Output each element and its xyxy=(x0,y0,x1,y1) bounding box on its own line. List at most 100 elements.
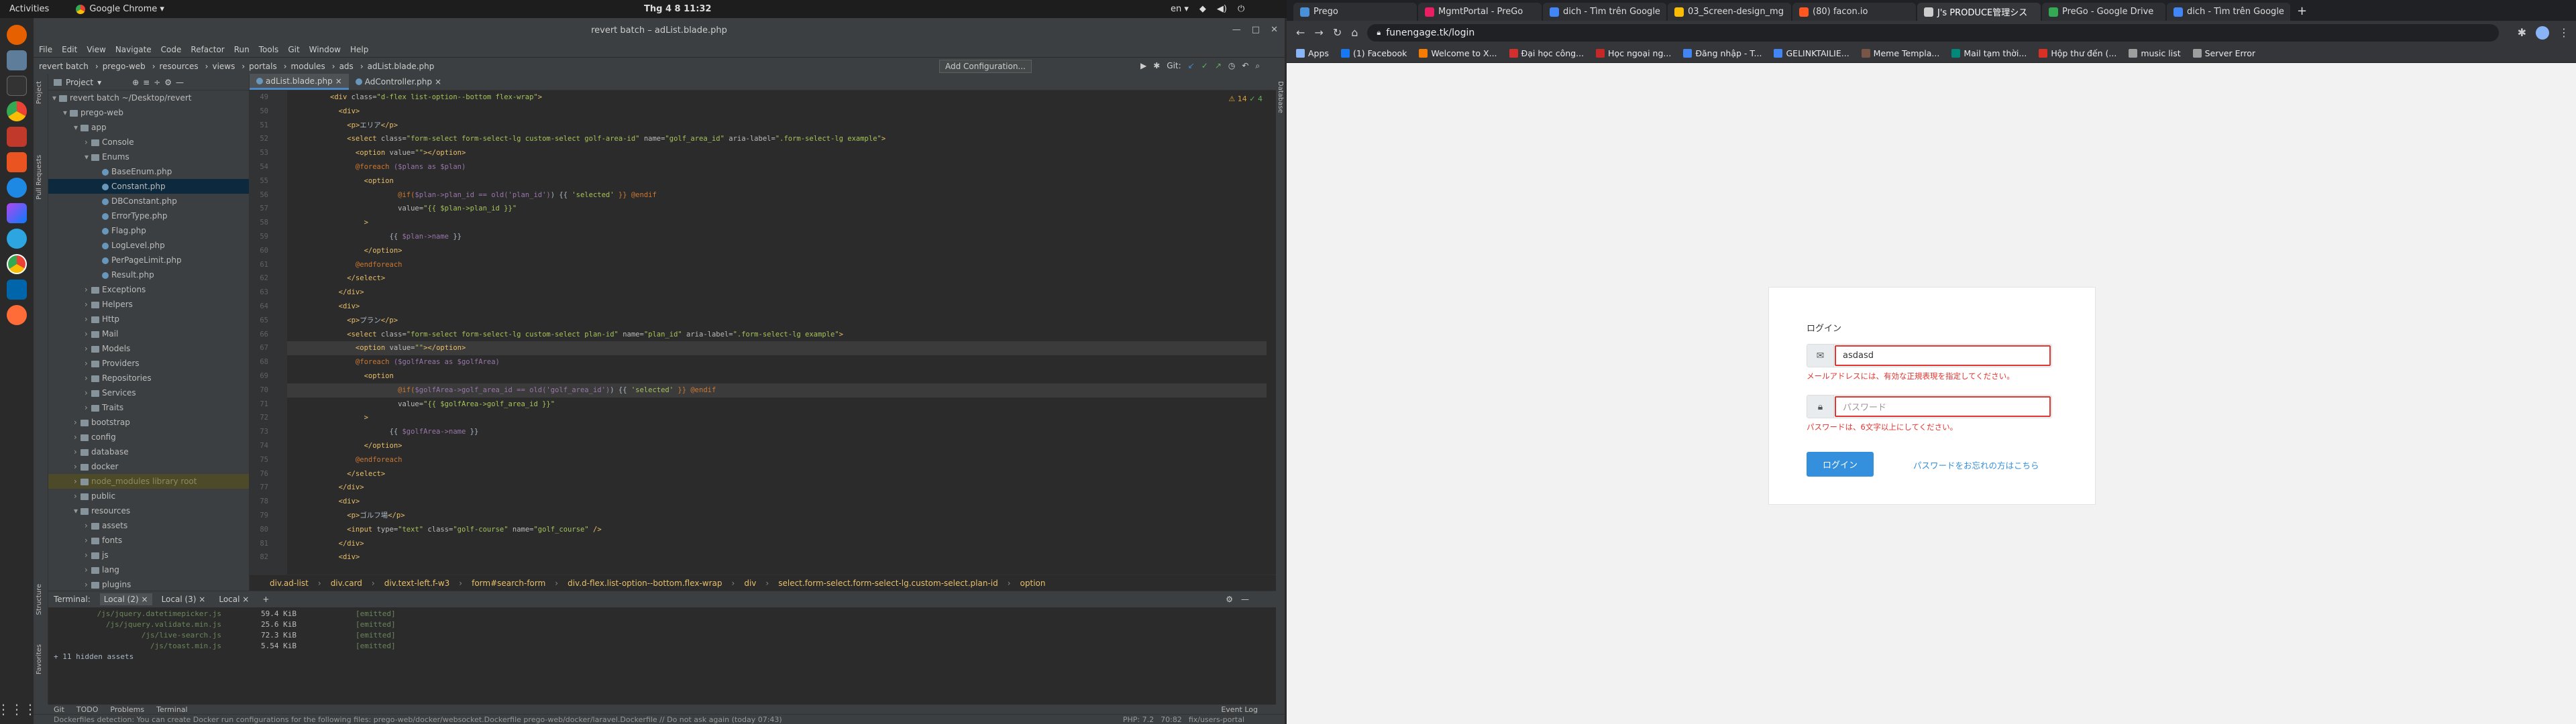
language-indicator[interactable]: en ▾ xyxy=(1171,4,1189,14)
minimize-icon[interactable]: — xyxy=(1232,25,1241,35)
structure-tool-tab[interactable]: Structure xyxy=(36,584,43,615)
chevron-down-icon[interactable]: ▾ xyxy=(85,149,91,164)
close-icon[interactable]: × xyxy=(196,595,205,604)
tree-row[interactable]: › Traits xyxy=(48,400,249,415)
tree-row[interactable]: › node_modules library root xyxy=(48,474,249,489)
tree-row[interactable]: ▾ prego-web xyxy=(48,105,249,120)
menu-git[interactable]: Git xyxy=(288,45,299,54)
app-icon[interactable] xyxy=(7,127,27,147)
chevron-right-icon[interactable]: › xyxy=(85,371,91,385)
menu-refactor[interactable]: Refactor xyxy=(191,45,224,54)
navbar-crumb[interactable]: resources xyxy=(160,62,199,71)
code-line[interactable]: <option value=""></option> xyxy=(287,341,1267,356)
gear-icon[interactable]: ⚙ xyxy=(1226,595,1233,604)
menu-view[interactable]: View xyxy=(87,45,105,54)
status-item[interactable]: 70:82 xyxy=(1161,715,1182,724)
profile-icon[interactable] xyxy=(2536,25,2549,40)
chevron-down-icon[interactable]: ▾ xyxy=(97,78,101,87)
tree-row[interactable]: › Mail xyxy=(48,326,249,341)
bookmark[interactable]: Mail tạm thời... xyxy=(1951,48,2027,58)
home-icon[interactable]: ⌂ xyxy=(1351,26,1358,39)
browser-tab[interactable]: dich - Tìm trên Google xyxy=(2167,3,2290,21)
editor-crumb[interactable]: div.text-left.f-w3 xyxy=(384,579,450,588)
hide-icon[interactable]: — xyxy=(1241,595,1249,604)
phpstorm-icon[interactable] xyxy=(7,203,27,223)
chevron-down-icon[interactable]: ▾ xyxy=(52,90,59,105)
navbar-crumb[interactable]: views xyxy=(212,62,235,71)
tree-row[interactable]: BaseEnum.php xyxy=(48,164,249,179)
chevron-right-icon[interactable]: › xyxy=(74,459,80,474)
chevron-right-icon[interactable]: › xyxy=(85,400,91,415)
collapse-icon[interactable]: ≡ xyxy=(143,78,150,87)
code-line[interactable]: <select class="form-select form-select-l… xyxy=(287,132,1267,146)
close-icon[interactable]: × xyxy=(239,595,249,604)
tree-row[interactable]: › database xyxy=(48,444,249,459)
bookmark[interactable]: Meme Templa... xyxy=(1861,48,1939,58)
chevron-down-icon[interactable]: ▾ xyxy=(74,120,80,135)
bookmark[interactable]: Apps xyxy=(1296,48,1329,58)
tree-row[interactable]: › fonts xyxy=(48,533,249,548)
telegram-icon[interactable] xyxy=(7,229,27,249)
debug-icon[interactable]: ✱ xyxy=(1153,61,1160,71)
bookmark[interactable]: Welcome to X... xyxy=(1419,48,1497,58)
tree-row[interactable]: › lang xyxy=(48,562,249,577)
code-line[interactable]: {{ $plan->name }} xyxy=(287,230,1267,244)
chevron-right-icon[interactable]: › xyxy=(85,135,91,149)
tree-row[interactable]: › js xyxy=(48,548,249,562)
tree-row[interactable]: › Services xyxy=(48,385,249,400)
chevron-right-icon[interactable]: › xyxy=(85,533,91,548)
chevron-right-icon[interactable]: › xyxy=(74,474,80,489)
inspection-widget[interactable]: ⚠ 14 ✓ 4 xyxy=(1228,95,1263,103)
run-icon[interactable]: ▶ xyxy=(1140,61,1146,71)
bookmark[interactable]: Học ngoại ng... xyxy=(1596,48,1671,58)
chevron-right-icon[interactable]: › xyxy=(85,577,91,591)
chevron-right-icon[interactable]: › xyxy=(74,489,80,503)
navbar-crumb[interactable]: ads xyxy=(339,62,354,71)
vscode-icon[interactable] xyxy=(7,280,27,300)
tree-row[interactable]: › config xyxy=(48,430,249,444)
network-icon[interactable]: ◆ xyxy=(1199,4,1206,14)
menu-window[interactable]: Window xyxy=(309,45,341,54)
tree-row[interactable]: ▾ resources xyxy=(48,503,249,518)
back-icon[interactable]: ← xyxy=(1296,26,1305,39)
tree-row[interactable]: PerPageLimit.php xyxy=(48,253,249,267)
app-menu[interactable]: Google Chrome ▾ xyxy=(76,4,164,14)
chevron-right-icon[interactable]: › xyxy=(85,562,91,577)
tree-row[interactable]: Result.php xyxy=(48,267,249,282)
code-line[interactable]: <option xyxy=(287,174,1267,188)
maximize-icon[interactable]: □ xyxy=(1252,25,1260,35)
code-line[interactable]: </div> xyxy=(287,537,1267,551)
hide-icon[interactable]: — xyxy=(176,78,184,87)
code-line[interactable]: </select> xyxy=(287,467,1267,481)
navbar-crumb[interactable]: portals xyxy=(249,62,277,71)
chrome-dock-icon[interactable] xyxy=(7,101,27,121)
code-line[interactable]: <select class="form-select form-select-l… xyxy=(287,328,1267,342)
tree-row[interactable]: › bootstrap xyxy=(48,415,249,430)
tree-row[interactable]: DBConstant.php xyxy=(48,194,249,208)
terminal-tab[interactable]: Local (2) × xyxy=(99,593,152,605)
tree-row[interactable]: Flag.php xyxy=(48,223,249,238)
update-icon[interactable]: ↙ xyxy=(1188,61,1195,71)
favorites-tool-tab[interactable]: Favorites xyxy=(36,644,43,674)
tree-row[interactable]: › public xyxy=(48,489,249,503)
chevron-right-icon[interactable]: › xyxy=(85,385,91,400)
tree-row[interactable]: ▾ Enums xyxy=(48,149,249,164)
add-configuration-button[interactable]: Add Configuration... xyxy=(939,60,1032,73)
code-line[interactable]: </select> xyxy=(287,272,1267,286)
tree-row[interactable]: › Helpers xyxy=(48,297,249,312)
status-message[interactable]: Dockerfiles detection: You can create Do… xyxy=(54,715,782,724)
postman-icon[interactable] xyxy=(7,305,27,325)
help-icon[interactable] xyxy=(7,178,27,198)
bookmark[interactable]: Server Error xyxy=(2192,48,2255,58)
chrome-active-icon[interactable] xyxy=(7,254,27,274)
tree-row[interactable]: ▾ app xyxy=(48,120,249,135)
code-line[interactable]: </option> xyxy=(287,439,1267,453)
menu-code[interactable]: Code xyxy=(161,45,182,54)
code-line[interactable]: <p>プラン</p> xyxy=(287,314,1267,328)
tree-row[interactable]: › plugins xyxy=(48,577,249,591)
code-line[interactable]: @endforeach xyxy=(287,453,1267,467)
code-line[interactable]: @foreach ($plans as $plan) xyxy=(287,160,1267,174)
database-tool-tab[interactable]: Database xyxy=(1277,81,1284,113)
commit-icon[interactable]: ✓ xyxy=(1201,61,1208,71)
code-line[interactable]: @endforeach xyxy=(287,258,1267,272)
